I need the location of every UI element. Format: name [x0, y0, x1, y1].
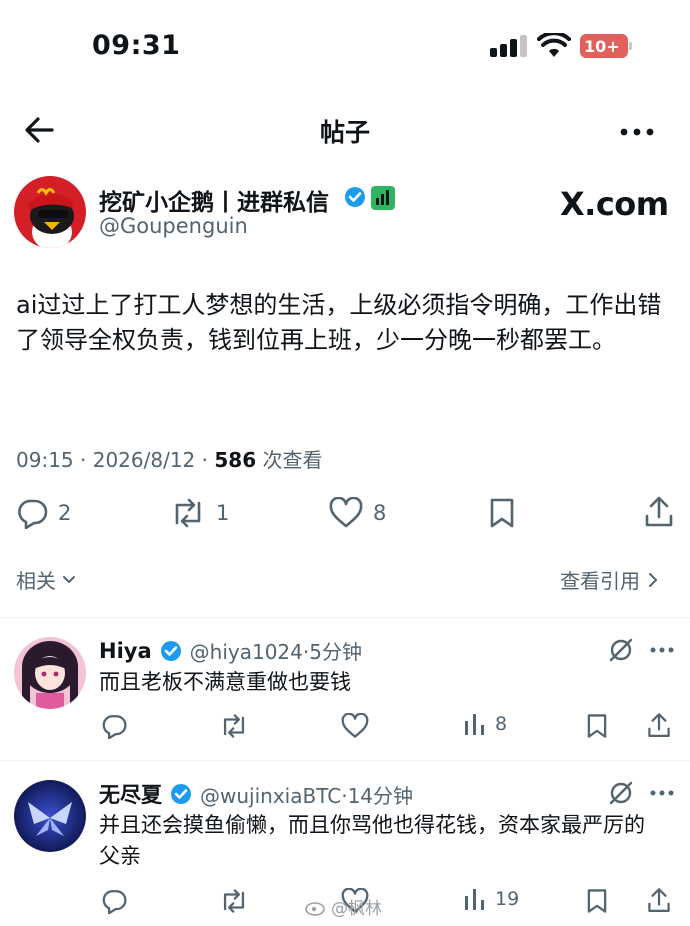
watermark: @枫林 [305, 894, 382, 919]
bookmark-button[interactable] [488, 497, 516, 529]
repost-button[interactable]: 1 [170, 497, 229, 529]
share-button[interactable] [647, 887, 671, 914]
status-time: 09:31 [92, 30, 181, 61]
reply-text: 并且还会摸鱼偷懒，而且你骂他也得花钱，资本家最严厉的父亲 [99, 813, 645, 868]
reply-count: 2 [58, 501, 72, 525]
repost-count: 1 [216, 501, 230, 525]
more-icon[interactable] [650, 647, 674, 653]
more-icon[interactable] [650, 790, 674, 796]
more-icon[interactable] [620, 128, 654, 136]
reply-avatar[interactable] [14, 780, 86, 852]
reply-icon [16, 497, 48, 529]
battery-label: 10+ [584, 36, 620, 56]
view-quotes-link[interactable]: 查看引用 [560, 565, 658, 594]
views-icon [463, 886, 487, 912]
like-count: 8 [373, 501, 387, 525]
related-label: 相关 [16, 569, 56, 593]
like-button[interactable]: 8 [329, 497, 386, 529]
view-quotes-label: 查看引用 [560, 569, 640, 593]
post-meta: 09:15 · 2026/8/12 · 586 次查看 [16, 448, 323, 472]
grok-icon[interactable] [608, 780, 634, 806]
share-button[interactable] [644, 496, 674, 528]
wifi-icon [537, 33, 571, 59]
reply-text: 而且老板不满意重做也要钱 [99, 670, 351, 694]
battery-indicator: 10+ [580, 34, 628, 58]
divider [0, 760, 690, 761]
post-date: 2026/8/12 [92, 448, 196, 472]
reply-author-name[interactable]: 无尽夏 [99, 779, 162, 809]
verified-icon [344, 186, 366, 208]
views-icon [463, 711, 487, 737]
post-views: 586 [214, 448, 257, 472]
reply-author-name[interactable]: Hiya [99, 639, 152, 663]
repost-icon [170, 497, 206, 529]
page-title: 帖子 [319, 118, 370, 147]
verified-icon [170, 783, 192, 805]
repost-button[interactable] [219, 888, 249, 914]
reply-button[interactable] [101, 888, 127, 914]
share-icon [644, 496, 674, 528]
bookmark-icon [488, 497, 516, 529]
weibo-icon [305, 898, 327, 916]
author-avatar[interactable] [14, 176, 86, 248]
chevron-right-icon [648, 572, 658, 588]
post-views-label: 次查看 [262, 448, 323, 472]
grok-icon[interactable] [608, 637, 634, 663]
reply-header: Hiya @hiya1024·5分钟 [99, 636, 362, 665]
reply-author-handle[interactable]: @wujinxiaBTC·14分钟 [200, 780, 413, 809]
reply-button[interactable] [101, 713, 127, 739]
like-icon [329, 497, 363, 529]
reply-author-handle[interactable]: @hiya1024·5分钟 [190, 636, 362, 665]
watermark-text: @枫林 [331, 899, 382, 919]
share-button[interactable] [647, 712, 671, 739]
post-time: 09:15 [16, 448, 74, 472]
author-name[interactable]: 挖矿小企鹅丨进群私信 [99, 183, 329, 217]
reply-views: 19 [495, 888, 520, 910]
views-button[interactable]: 19 [463, 886, 519, 912]
post-text: ai过过上了打工人梦想的生活，上级必须指令明确，工作出错了领导全权负责，钱到位再… [16, 291, 662, 354]
verified-icon [160, 640, 182, 662]
reply-header: 无尽夏 @wujinxiaBTC·14分钟 [99, 779, 413, 809]
reply-views: 8 [495, 713, 508, 735]
repost-button[interactable] [219, 713, 249, 739]
affiliate-badge-icon [371, 186, 395, 210]
author-handle[interactable]: @Goupenguin [99, 214, 248, 238]
battery-tip [629, 42, 632, 50]
signal-icon [490, 35, 528, 57]
chevron-down-icon [62, 575, 76, 585]
divider [0, 617, 690, 618]
bookmark-button[interactable] [585, 713, 609, 739]
reply-button[interactable]: 2 [16, 497, 71, 529]
views-button[interactable]: 8 [463, 711, 507, 737]
bookmark-button[interactable] [585, 888, 609, 914]
related-toggle[interactable]: 相关 [16, 565, 76, 594]
reply-avatar[interactable] [14, 637, 86, 709]
like-button[interactable] [341, 713, 369, 739]
x-com-logo: X.com [560, 185, 669, 223]
